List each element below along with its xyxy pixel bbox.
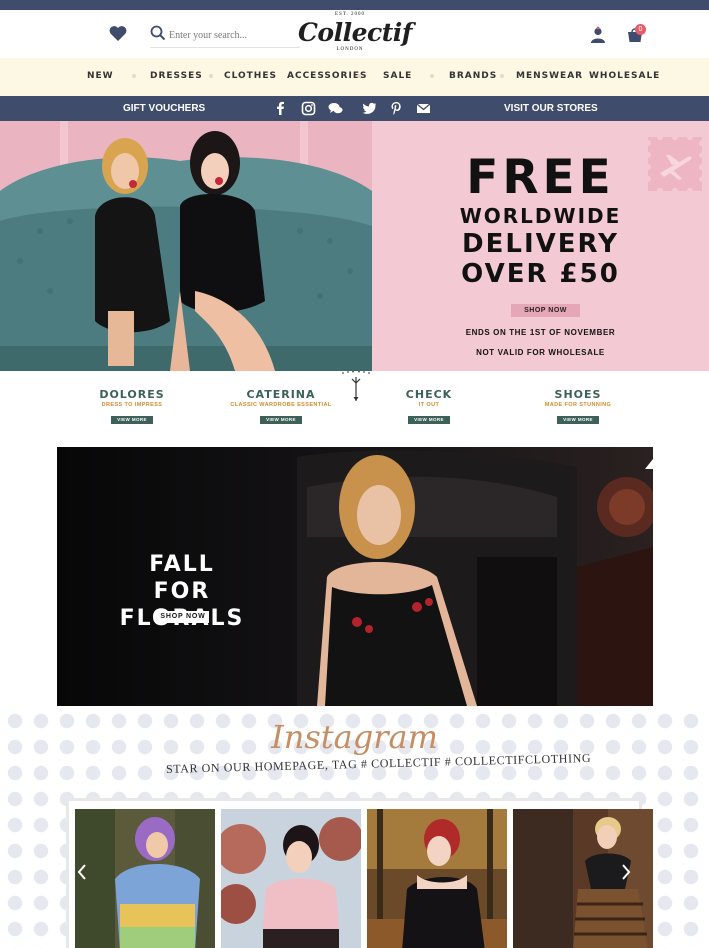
cart-count-badge: 0 xyxy=(635,24,646,35)
visit-stores-link[interactable]: VISIT OUR STORES xyxy=(504,103,598,114)
facebook-icon[interactable] xyxy=(273,101,288,116)
fall-for-florals-banner[interactable]: FALL FOR FLORALS SHOP NOW xyxy=(57,447,653,706)
category-subtitle: MADE FOR STUNNING xyxy=(544,402,612,408)
nav-item-new[interactable]: NEW xyxy=(87,71,114,81)
main-nav: NEW DRESSES CLOTHES ACCESSORIES SALE BRA… xyxy=(0,58,709,96)
category-card-dolores[interactable]: DOLORES DRESS TO IMPRESS VIEW MORE xyxy=(57,388,207,426)
nav-item-accessories[interactable]: ACCESSORIES xyxy=(287,71,367,81)
search-input[interactable] xyxy=(169,26,297,44)
nav-item-menswear[interactable]: MENSWEAR xyxy=(516,71,583,81)
view-more-button[interactable]: VIEW MORE xyxy=(557,416,599,424)
view-more-button[interactable]: VIEW MORE xyxy=(260,416,302,424)
instagram-photo[interactable] xyxy=(367,809,507,948)
nav-item-dresses[interactable]: DRESSES xyxy=(150,71,203,81)
view-more-button[interactable]: VIEW MORE xyxy=(111,416,153,424)
gift-vouchers-link[interactable]: GIFT VOUCHERS xyxy=(123,103,205,114)
nav-item-wholesale[interactable]: WHOLESALE xyxy=(589,71,660,81)
utility-bar: GIFT VOUCHERS VISIT OUR STORES xyxy=(0,96,709,121)
promo-wholesale-note: NOT VALID FOR WHOLESALE xyxy=(476,348,605,357)
view-more-button[interactable]: VIEW MORE xyxy=(408,416,450,424)
pinterest-icon[interactable] xyxy=(389,101,404,116)
category-title: SHOES xyxy=(554,388,602,401)
nav-item-brands[interactable]: BRANDS xyxy=(449,71,497,81)
site-header: EST. 2000 Collectif LONDON 0 xyxy=(0,10,709,58)
category-title: CATERINA xyxy=(246,388,316,401)
promo-line-delivery: DELIVERY xyxy=(462,229,619,259)
chat-icon[interactable] xyxy=(328,101,343,116)
account-icon[interactable] xyxy=(589,26,607,44)
instagram-gallery xyxy=(66,798,653,948)
instagram-section: Instagram STAR ON OUR HOMEPAGE, TAG # CO… xyxy=(0,706,709,948)
hero-photo-two-women-on-sofa[interactable] xyxy=(0,121,372,371)
category-subtitle: IT OUT xyxy=(418,402,440,408)
nav-divider xyxy=(132,74,136,78)
promo-shop-now-button[interactable]: SHOP NOW xyxy=(511,304,580,317)
nav-item-clothes[interactable]: CLOTHES xyxy=(224,71,277,81)
gallery-next-arrow-icon[interactable] xyxy=(621,863,631,881)
instagram-title: Instagram xyxy=(271,718,438,756)
category-card-caterina[interactable]: CATERINA CLASSIC WARDROBE ESSENTIAL VIEW… xyxy=(206,388,356,426)
heart-icon[interactable] xyxy=(108,24,128,44)
category-title: DOLORES xyxy=(99,388,165,401)
category-subtitle: CLASSIC WARDROBE ESSENTIAL xyxy=(230,402,332,408)
free-delivery-promo: FREE WORLDWIDE DELIVERY OVER £50 SHOP NO… xyxy=(372,121,709,371)
banner-shop-now-button[interactable]: SHOP NOW xyxy=(157,611,209,623)
category-row: DOLORES DRESS TO IMPRESS VIEW MORE CATER… xyxy=(0,371,709,447)
nav-item-sale[interactable]: SALE xyxy=(383,71,412,81)
instagram-icon[interactable] xyxy=(301,101,316,116)
search-icon[interactable] xyxy=(150,25,166,41)
top-strip xyxy=(0,0,709,10)
promo-end-date: ENDS ON THE 1ST OF NOVEMBER xyxy=(465,328,616,337)
logo-city: LONDON xyxy=(336,47,364,52)
instagram-photo[interactable] xyxy=(75,809,215,948)
nav-divider xyxy=(500,74,504,78)
email-icon[interactable] xyxy=(416,101,431,116)
search-bar xyxy=(150,24,300,48)
instagram-photo[interactable] xyxy=(221,809,361,948)
promo-line-worldwide: WORLDWIDE xyxy=(459,204,622,228)
nav-divider xyxy=(430,74,434,78)
category-subtitle: DRESS TO IMPRESS xyxy=(101,402,163,408)
category-card-check[interactable]: CHECK IT OUT VIEW MORE xyxy=(354,388,504,426)
collectif-logo[interactable]: EST. 2000 Collectif LONDON xyxy=(298,12,413,56)
gallery-prev-arrow-icon[interactable] xyxy=(77,863,87,881)
logo-name: Collectif xyxy=(298,18,413,47)
twitter-icon[interactable] xyxy=(362,101,377,116)
instagram-photo[interactable] xyxy=(513,809,653,948)
category-title: CHECK xyxy=(405,388,453,401)
hero-section: FREE WORLDWIDE DELIVERY OVER £50 SHOP NO… xyxy=(0,121,709,371)
category-card-shoes[interactable]: SHOES MADE FOR STUNNING VIEW MORE xyxy=(503,388,653,426)
promo-line-threshold: OVER £50 xyxy=(461,259,620,289)
promo-line-free: FREE xyxy=(466,150,615,205)
nav-divider xyxy=(209,74,213,78)
nav-divider xyxy=(357,74,361,78)
